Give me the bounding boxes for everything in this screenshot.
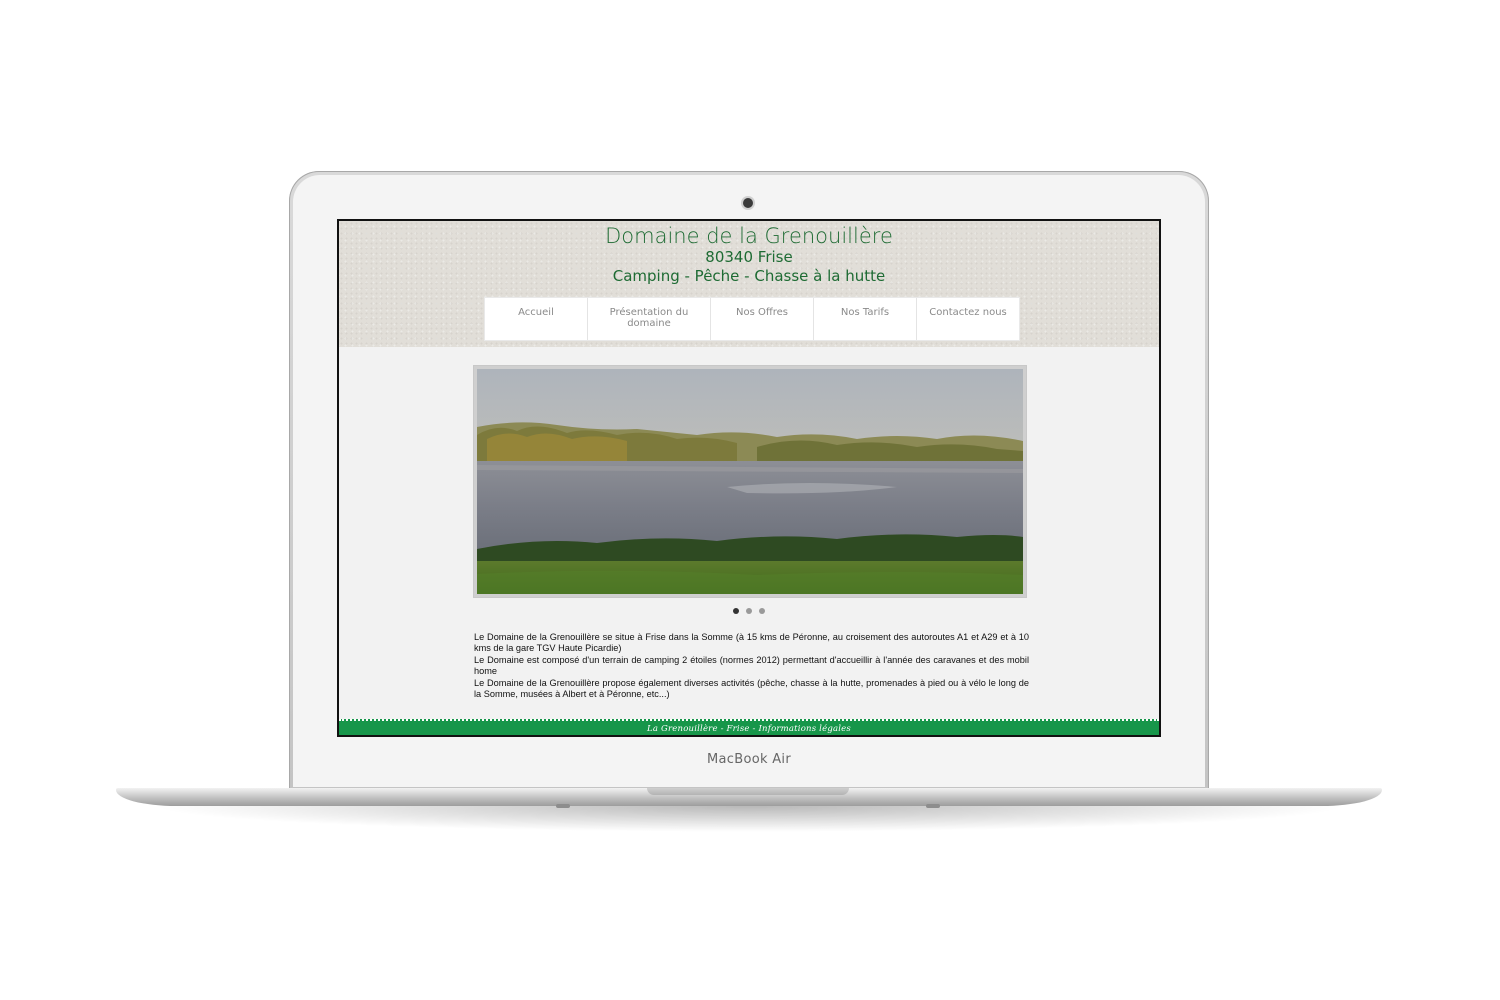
site-footer: La Grenouillère - Frise - Informations l… (339, 719, 1159, 735)
laptop-brand-label: MacBook Air (707, 752, 791, 767)
laptop-foot-left (556, 804, 570, 808)
site-header: Domaine de la Grenouillère 80340 Frise C… (339, 221, 1159, 347)
footer-text[interactable]: La Grenouillère - Frise - Informations l… (647, 724, 851, 734)
laptop-foot-right (926, 804, 940, 808)
laptop-opening-notch (647, 788, 849, 795)
image-slider[interactable] (474, 366, 1026, 597)
site-title: Domaine de la Grenouillère (605, 224, 893, 248)
laptop-screen: Domaine de la Grenouillère 80340 Frise C… (337, 219, 1161, 737)
slider-pagination (339, 608, 1159, 614)
nav-item-tarifs[interactable]: Nos Tarifs (814, 298, 917, 340)
site-subtitle: 80340 Frise (705, 248, 793, 266)
intro-paragraph: Le Domaine de la Grenouillère propose ég… (474, 677, 1029, 700)
slider-dot-2[interactable] (746, 608, 752, 614)
nav-item-presentation[interactable]: Présentation du domaine (588, 298, 711, 340)
main-nav: Accueil Présentation du domaine Nos Offr… (485, 298, 1019, 340)
intro-paragraph: Le Domaine est composé d'un terrain de c… (474, 654, 1029, 677)
lake-landscape-illustration (477, 369, 1023, 594)
website: Domaine de la Grenouillère 80340 Frise C… (339, 221, 1159, 735)
slider-dot-1[interactable] (733, 608, 739, 614)
intro-paragraph: Le Domaine de la Grenouillère se situe à… (474, 632, 1029, 654)
slider-dot-3[interactable] (759, 608, 765, 614)
intro-text: Le Domaine de la Grenouillère se situe à… (474, 632, 1029, 700)
laptop-shadow (150, 806, 1350, 832)
webcam-icon (743, 198, 753, 208)
nav-item-offres[interactable]: Nos Offres (711, 298, 814, 340)
site-tagline: Camping - Pêche - Chasse à la hutte (612, 267, 886, 285)
nav-item-contact[interactable]: Contactez nous (917, 298, 1019, 340)
footer-links[interactable]: La Grenouillère - Frise - Informations l… (339, 724, 1159, 734)
nav-item-accueil[interactable]: Accueil (485, 298, 588, 340)
lake-landscape-image (477, 369, 1023, 594)
